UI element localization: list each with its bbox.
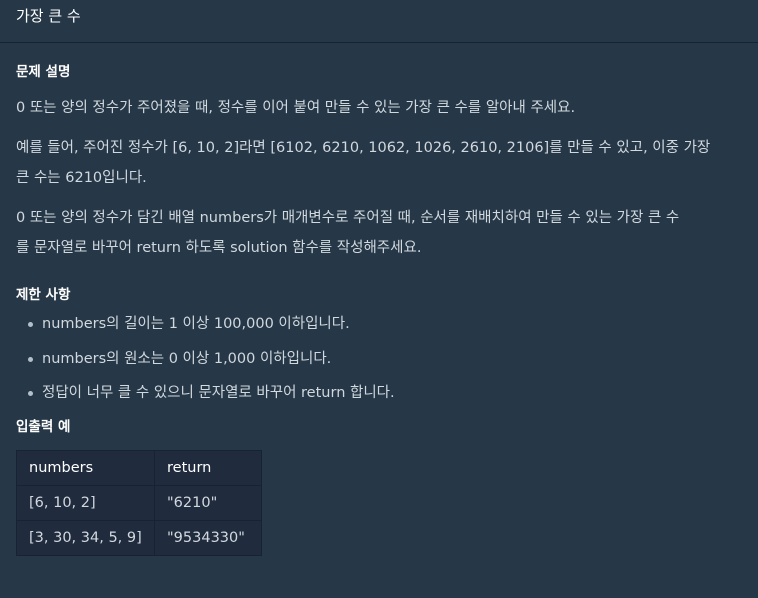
table-cell: "9534330" (154, 519, 262, 556)
list-item: numbers의 길이는 1 이상 100,000 이하입니다. (28, 314, 742, 334)
description-heading: 문제 설명 (16, 64, 71, 80)
list-item: 정답이 너무 클 수 있으니 문자열로 바꾸어 return 합니다. (28, 383, 742, 403)
column-header-numbers: numbers (16, 449, 155, 486)
examples-heading: 입출력 예 (16, 418, 71, 435)
table-cell: [6, 10, 2] (16, 484, 155, 521)
table-header-row: numbers return (16, 449, 262, 486)
description-paragraph-3-line-2: 를 문자열로 바꾸어 return 하도록 solution 함수를 작성해주세… (16, 240, 422, 256)
description-paragraph-2: 예를 들어, 주어진 정수가 [6, 10, 2]라면 [6102, 6210,… (16, 133, 742, 193)
table-row: [6, 10, 2] "6210" (16, 484, 262, 521)
table-row: [3, 30, 34, 5, 9] "9534330" (16, 519, 262, 556)
table-cell: "6210" (154, 484, 262, 521)
description-paragraph-2-line-2: 큰 수는 6210입니다. (16, 170, 147, 186)
bullet-icon (28, 391, 33, 396)
description-paragraph-2-line-1: 예를 들어, 주어진 정수가 [6, 10, 2]라면 [6102, 6210,… (16, 140, 711, 156)
problem-content: 문제 설명 0 또는 양의 정수가 주어졌을 때, 정수를 이어 붙여 만들 수… (0, 63, 758, 556)
description-paragraph-3-line-1: 0 또는 양의 정수가 담긴 배열 numbers가 매개변수로 주어질 때, … (16, 210, 680, 226)
list-item: numbers의 원소는 0 이상 1,000 이하입니다. (28, 349, 742, 369)
limits-heading: 제한 사항 (16, 287, 71, 303)
limit-text: numbers의 원소는 0 이상 1,000 이하입니다. (42, 350, 332, 367)
limits-list: numbers의 길이는 1 이상 100,000 이하입니다. numbers… (16, 314, 742, 403)
column-header-return: return (154, 449, 262, 486)
description-paragraph-3: 0 또는 양의 정수가 담긴 배열 numbers가 매개변수로 주어질 때, … (16, 203, 742, 263)
bullet-icon (28, 356, 33, 362)
limit-text: 정답이 너무 클 수 있으니 문자열로 바꾸어 return 합니다. (42, 385, 395, 401)
problem-header: 가장 큰 수 (0, 0, 758, 43)
description-paragraph-1: 0 또는 양의 정수가 주어졌을 때, 정수를 이어 붙여 만들 수 있는 가장… (16, 100, 576, 116)
examples-table: numbers return [6, 10, 2] "6210" [3, 30,… (16, 449, 262, 556)
bullet-icon (28, 322, 33, 327)
limit-text: numbers의 길이는 1 이상 100,000 이하입니다. (42, 316, 350, 332)
table-cell: [3, 30, 34, 5, 9] (16, 519, 155, 556)
problem-title: 가장 큰 수 (16, 7, 81, 25)
